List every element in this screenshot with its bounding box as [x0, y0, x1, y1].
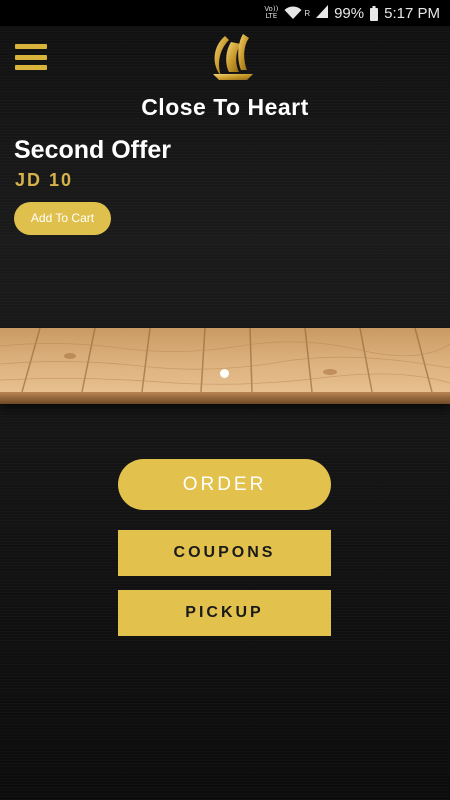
menu-bar-top [15, 44, 47, 49]
menu-bar-bottom [15, 65, 47, 70]
menu-bar-middle [15, 54, 47, 60]
app-title: Close To Heart [141, 94, 309, 120]
order-button[interactable]: ORDER [118, 459, 331, 510]
wifi-icon [284, 6, 302, 20]
carousel-indicator-dot[interactable] [220, 369, 229, 378]
add-to-cart-button[interactable]: Add To Cart [14, 202, 111, 235]
signal-roaming-label: R [304, 8, 311, 18]
volte-indicator: Vo)) LTE [264, 6, 278, 20]
wooden-shelf-image [0, 328, 450, 404]
offer-title: Second Offer [14, 136, 171, 164]
status-time: 5:17 PM [384, 4, 440, 22]
app-screen: Vo)) LTE R 99% 5:17 PM Close To Heart Se… [0, 0, 450, 800]
cell-signal-icon [316, 4, 329, 22]
volte-bottom-text: LTE [265, 12, 278, 20]
battery-icon [370, 5, 379, 21]
offer-price: JD 10 [15, 170, 74, 190]
pickup-button[interactable]: PICKUP [118, 590, 331, 636]
sailboat-logo-icon [209, 30, 255, 82]
status-bar: Vo)) LTE R 99% 5:17 PM [0, 0, 450, 26]
hamburger-menu-icon[interactable] [15, 44, 47, 70]
coupons-button[interactable]: COUPONS [118, 530, 331, 576]
battery-percent: 99% [334, 4, 365, 22]
